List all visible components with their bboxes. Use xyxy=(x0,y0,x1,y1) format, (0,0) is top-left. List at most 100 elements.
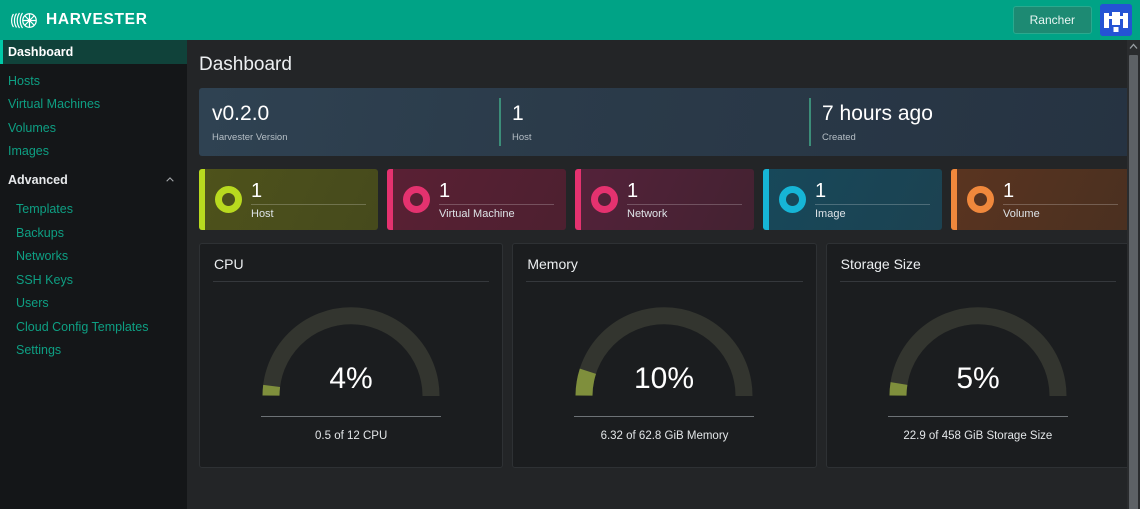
resource-card-count: 1 xyxy=(251,179,263,202)
gauge-chart: 4% xyxy=(262,306,440,396)
banner-label: Harvester Version xyxy=(212,132,288,143)
rancher-logo-icon[interactable] xyxy=(1100,4,1132,36)
banner-cell-created: 7 hours ago Created xyxy=(809,88,1130,156)
gauge-value-arc xyxy=(575,368,597,396)
banner-value: 1 xyxy=(512,102,524,125)
resource-card-label: Virtual Machine xyxy=(439,207,515,220)
gauge-wrap: 5% 22.9 of 458 GiB Storage Size xyxy=(827,282,1129,467)
resource-card-count: 1 xyxy=(439,179,451,202)
sidebar-item-label: Users xyxy=(16,296,49,311)
resource-card-body: 1 Volume xyxy=(1003,180,1130,220)
banner-value: 7 hours ago xyxy=(822,102,933,125)
sidebar-item-users[interactable]: Users xyxy=(0,292,187,316)
scroll-up-arrow[interactable] xyxy=(1127,40,1140,53)
sidebar-item-settings[interactable]: Settings xyxy=(0,339,187,363)
scrollbar-thumb[interactable] xyxy=(1129,55,1138,509)
resource-card-body: 1 Host xyxy=(251,180,378,220)
resource-card[interactable]: 1 Image xyxy=(763,169,942,230)
resource-card-label: Image xyxy=(815,207,846,220)
resource-card[interactable]: 1 Volume xyxy=(951,169,1130,230)
resource-card-body: 1 Virtual Machine xyxy=(439,180,566,220)
sidebar-item-label: Dashboard xyxy=(8,44,74,59)
gauge-value-arc xyxy=(889,381,908,396)
gauge-card-row: CPU 4% 0.5 of 12 CPU Memory 10% 6.32 of 62.8 … xyxy=(199,243,1130,468)
resource-card-label: Network xyxy=(627,207,668,220)
resource-card-count: 1 xyxy=(627,179,639,202)
resource-card[interactable]: 1 Host xyxy=(199,169,378,230)
gauge-card: Memory 10% 6.32 of 62.8 GiB Memory xyxy=(512,243,817,468)
main-area: Rancher Dashboard v0.2.0 Harvester Versi… xyxy=(187,0,1140,509)
sidebar-item-label: Volumes xyxy=(8,120,56,135)
banner-cell-version: v0.2.0 Harvester Version xyxy=(199,88,499,156)
brand-name: HARVESTER xyxy=(46,11,148,28)
sidebar-item-label: Networks xyxy=(16,249,69,264)
gauge-wrap: 4% 0.5 of 12 CPU xyxy=(200,282,502,467)
divider xyxy=(627,203,742,205)
harvester-dashboard-app: HARVESTER Dashboard Hosts Virtual Machin… xyxy=(0,0,1140,509)
resource-card-label: Host xyxy=(251,207,274,220)
gauge-percent-label: 5% xyxy=(956,362,999,395)
sidebar-item-label: Templates xyxy=(16,202,73,217)
gauge-chart: 5% xyxy=(889,306,1067,396)
chevron-up-icon xyxy=(1129,43,1138,49)
gauge-footer: 0.5 of 12 CPU xyxy=(261,415,442,444)
sidebar-group-advanced[interactable]: Advanced xyxy=(0,169,187,193)
brand-header: HARVESTER xyxy=(0,0,187,40)
banner-label: Host xyxy=(512,132,532,143)
sidebar-item-templates[interactable]: Templates xyxy=(0,198,187,222)
page-title: Dashboard xyxy=(199,54,292,75)
sidebar-item-dashboard[interactable]: Dashboard xyxy=(0,40,187,64)
sidebar-item-label: Hosts xyxy=(8,73,40,88)
gauge-card: Storage Size 5% 22.9 of 458 GiB Storage Si… xyxy=(825,243,1130,468)
divider xyxy=(251,203,366,205)
sidebar-item-label: Cloud Config Templates xyxy=(16,319,149,334)
gauge-footer-text: 22.9 of 458 GiB Storage Size xyxy=(903,429,1053,442)
banner-label: Created xyxy=(822,132,856,143)
gauge-card-title: CPU xyxy=(214,256,244,272)
resource-card-body: 1 Image xyxy=(815,180,942,220)
sidebar-item-label: SSH Keys xyxy=(16,272,73,287)
chevron-up-icon xyxy=(166,177,174,182)
sidebar-item-hosts[interactable]: Hosts xyxy=(0,69,187,93)
resource-card[interactable]: 1 Network xyxy=(575,169,754,230)
gauge-footer-text: 0.5 of 12 CPU xyxy=(315,429,388,442)
gauge-card: CPU 4% 0.5 of 12 CPU xyxy=(199,243,504,468)
sidebar-item-volumes[interactable]: Volumes xyxy=(0,116,187,140)
sidebar-item-label: Virtual Machines xyxy=(8,97,101,112)
gauge-card-title: Storage Size xyxy=(840,256,921,272)
resource-card-row: 1 Host 1 Virtual Machine 1 Network 1 Image 1 Volu… xyxy=(199,169,1130,230)
sidebar-item-backups[interactable]: Backups xyxy=(0,221,187,245)
sidebar-item-networks[interactable]: Networks xyxy=(0,245,187,269)
content-scroll-region: Dashboard v0.2.0 Harvester Version 1 Hos… xyxy=(187,40,1140,509)
gauge-percent-label: 10% xyxy=(634,362,694,395)
gauge-chart: 10% xyxy=(575,306,753,396)
sidebar-item-ssh-keys[interactable]: SSH Keys xyxy=(0,268,187,292)
ring-icon xyxy=(581,186,627,213)
resource-card[interactable]: 1 Virtual Machine xyxy=(387,169,566,230)
sidebar-item-label: Backups xyxy=(16,225,64,240)
summary-banner: v0.2.0 Harvester Version 1 Host 7 hours … xyxy=(199,88,1130,156)
sidebar-item-label: Settings xyxy=(16,343,62,358)
resource-card-count: 1 xyxy=(815,179,827,202)
rancher-button[interactable]: Rancher xyxy=(1012,6,1092,34)
sidebar: HARVESTER Dashboard Hosts Virtual Machin… xyxy=(0,0,187,509)
ring-icon xyxy=(393,186,439,213)
gauge-footer-text: 6.32 of 62.8 GiB Memory xyxy=(600,429,729,442)
ring-icon xyxy=(205,186,251,213)
divider xyxy=(1003,203,1118,205)
sidebar-item-cloud-config-templates[interactable]: Cloud Config Templates xyxy=(0,315,187,339)
gauge-card-title: Memory xyxy=(527,256,578,272)
sidebar-group-label: Advanced xyxy=(8,173,68,188)
ring-icon xyxy=(769,186,815,213)
vertical-scrollbar[interactable] xyxy=(1127,40,1140,509)
gauge-percent-label: 4% xyxy=(329,362,372,395)
banner-value: v0.2.0 xyxy=(212,102,270,125)
gauge-value-arc xyxy=(262,384,281,396)
resource-card-count: 1 xyxy=(1003,179,1015,202)
harvester-logo-icon xyxy=(11,12,37,28)
sidebar-item-images[interactable]: Images xyxy=(0,140,187,164)
gauge-footer: 22.9 of 458 GiB Storage Size xyxy=(887,415,1068,444)
resource-card-label: Volume xyxy=(1003,207,1040,220)
sidebar-item-virtual-machines[interactable]: Virtual Machines xyxy=(0,93,187,117)
divider xyxy=(815,203,930,205)
